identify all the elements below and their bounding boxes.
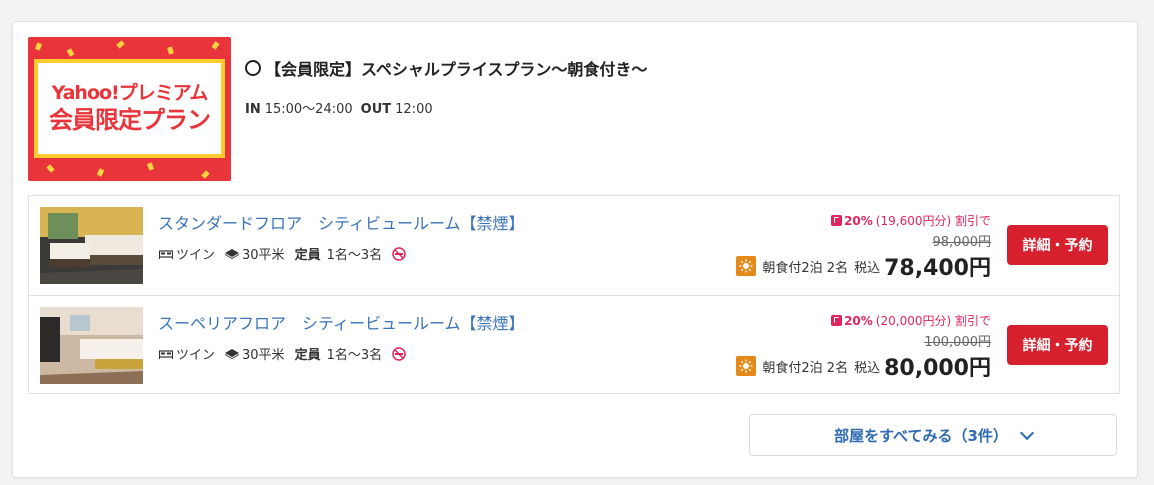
see-all-label: 部屋をすべてみる（3件） <box>834 426 1008 445</box>
tax-label: 税込 <box>854 260 881 276</box>
price-line: 朝食付2泊 2名 税込 78,400円 <box>736 250 991 282</box>
bed-icon <box>159 349 173 359</box>
plan-title-text: 【会員限定】スペシャルプライスプラン〜朝食付き〜 <box>265 60 648 79</box>
price-line: 朝食付2泊 2名 税込 80,000円 <box>736 350 991 382</box>
price: 80,000円 <box>884 356 991 381</box>
plan-banner[interactable]: Yahoo!プレミアム 会員限定プラン <box>28 37 231 181</box>
discount-suffix: 割引で <box>954 214 991 228</box>
discount-percent: 20% <box>844 213 873 228</box>
room-row: スーペリアフロア シティービュールーム【禁煙】 ツイン 30平米 定員 1名〜3… <box>29 295 1119 396</box>
capacity-label: 定員 <box>294 348 321 363</box>
detail-book-button[interactable]: 詳細・予約 <box>1007 325 1108 365</box>
tax-label: 税込 <box>854 360 881 376</box>
banner-line2: 会員限定プラン <box>49 106 211 135</box>
discount-info: 20% (19,600円分) 割引で <box>831 212 991 229</box>
paypay-icon <box>831 215 843 226</box>
area-icon <box>225 248 240 259</box>
checkin-info: IN 15:00〜24:00 OUT 12:00 <box>245 98 433 117</box>
plan-card: Yahoo!プレミアム 会員限定プラン 【会員限定】スペシャルプライスプラン〜朝… <box>12 21 1138 478</box>
discount-amount: (19,600円分) <box>875 214 952 228</box>
room-photo[interactable] <box>40 307 143 384</box>
room-list: スタンダードフロア シティビュールーム【禁煙】 ツイン 30平米 定員 1名〜3… <box>28 195 1120 394</box>
meal-stay: 朝食付2泊 2名 <box>762 260 849 276</box>
capacity: 1名〜3名 <box>326 248 383 263</box>
bed-type: ツイン <box>176 248 216 263</box>
area-icon <box>225 348 240 359</box>
bed-icon <box>159 249 173 259</box>
capacity-label: 定員 <box>294 248 321 263</box>
meal-stay: 朝食付2泊 2名 <box>762 360 849 376</box>
detail-book-button[interactable]: 詳細・予約 <box>1007 225 1108 265</box>
original-price: 98,000円 <box>932 235 992 250</box>
circle-icon <box>245 60 261 76</box>
paypay-icon <box>831 315 843 326</box>
checkout-time: 12:00 <box>395 102 433 117</box>
room-meta: ツイン 30平米 定員 1名〜3名 <box>159 344 409 363</box>
plan-title[interactable]: 【会員限定】スペシャルプライスプラン〜朝食付き〜 <box>245 56 647 80</box>
banner-line1: Yahoo!プレミアム <box>51 82 209 105</box>
room-row: スタンダードフロア シティビュールーム【禁煙】 ツイン 30平米 定員 1名〜3… <box>29 196 1119 296</box>
no-smoking-icon <box>392 346 406 361</box>
discount-percent: 20% <box>844 313 873 328</box>
discount-amount: (20,000円分) <box>875 314 952 328</box>
see-all-rooms-button[interactable]: 部屋をすべてみる（3件） <box>749 414 1117 456</box>
checkin-time: 15:00〜24:00 <box>264 102 353 117</box>
room-area: 30平米 <box>242 248 285 263</box>
checkout-label: OUT <box>360 102 392 117</box>
discount-suffix: 割引で <box>954 314 991 328</box>
sun-icon <box>736 356 757 376</box>
price: 78,400円 <box>884 256 991 281</box>
room-name[interactable]: スーペリアフロア シティービュールーム【禁煙】 <box>158 310 525 334</box>
chevron-down-icon <box>1019 425 1034 440</box>
banner-text: Yahoo!プレミアム 会員限定プラン <box>34 59 225 158</box>
checkin-label: IN <box>245 102 261 117</box>
room-meta: ツイン 30平米 定員 1名〜3名 <box>159 244 409 263</box>
discount-info: 20% (20,000円分) 割引で <box>831 312 991 329</box>
capacity: 1名〜3名 <box>326 348 383 363</box>
room-photo[interactable] <box>40 207 143 284</box>
bed-type: ツイン <box>176 348 216 363</box>
room-area: 30平米 <box>242 348 285 363</box>
sun-icon <box>736 256 757 276</box>
no-smoking-icon <box>392 246 406 261</box>
original-price: 100,000円 <box>924 335 991 350</box>
room-name[interactable]: スタンダードフロア シティビュールーム【禁煙】 <box>158 210 525 234</box>
